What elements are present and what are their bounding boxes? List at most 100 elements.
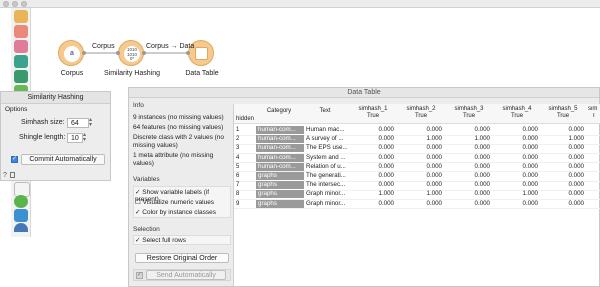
simhash-cell[interactable]: 0.000 bbox=[494, 135, 538, 143]
options-section-title: Options bbox=[5, 106, 28, 113]
grid-icon[interactable] bbox=[14, 209, 28, 222]
simhash-cell[interactable]: 0.000 bbox=[446, 154, 490, 162]
simhash-cell[interactable]: 0.000 bbox=[350, 144, 394, 152]
globe-icon[interactable] bbox=[14, 195, 28, 208]
simhash-cell[interactable]: 0.000 bbox=[446, 163, 490, 171]
col-simhash-1-header[interactable]: simhash_1 bbox=[350, 106, 396, 113]
simhash-cell[interactable]: 0.000 bbox=[494, 126, 538, 134]
text-cell[interactable]: The intersec... bbox=[304, 181, 348, 189]
col-simhash-3-header[interactable]: simhash_3 bbox=[446, 106, 492, 113]
spin-arrows-icon-2[interactable]: ▴ ▾ bbox=[83, 132, 86, 143]
category-cell[interactable]: graphs bbox=[256, 190, 304, 199]
simhash-cell[interactable]: 0.000 bbox=[350, 200, 394, 208]
col-simhash-5-header[interactable]: simhash_5 bbox=[540, 106, 586, 113]
data-table-control-area: Info 9 instances (no missing values) 64 … bbox=[129, 98, 232, 286]
simhash-cell[interactable]: 0.000 bbox=[446, 144, 490, 152]
commit-automatically-checkbox[interactable]: ✓ bbox=[11, 156, 18, 163]
simhash-cell[interactable]: 0.000 bbox=[398, 200, 442, 208]
simhash-cell[interactable]: 0.000 bbox=[540, 126, 584, 134]
spin-arrows-icon[interactable]: ▴ ▾ bbox=[89, 117, 92, 128]
simhash-cell[interactable]: 0.000 bbox=[350, 126, 394, 134]
category-cell[interactable]: human-com... bbox=[256, 153, 304, 162]
text-cell[interactable]: Graph minor... bbox=[304, 190, 348, 198]
commit-button[interactable]: Commit Automatically bbox=[21, 154, 105, 165]
info-section-title: Info bbox=[133, 102, 144, 109]
simhash-cell[interactable]: 0.000 bbox=[350, 172, 394, 180]
text-cell[interactable]: System and ... bbox=[304, 154, 348, 162]
simhash-cell[interactable]: 0.000 bbox=[540, 154, 584, 162]
restore-original-order-button[interactable]: Restore Original Order bbox=[135, 253, 229, 263]
text-cell[interactable]: Relation of u... bbox=[304, 163, 348, 171]
simhash-cell[interactable]: 1.000 bbox=[350, 190, 394, 198]
send-automatically-button[interactable]: Send Automatically bbox=[146, 270, 226, 280]
fan-icon[interactable] bbox=[14, 223, 28, 232]
category-cell[interactable]: human-com... bbox=[256, 126, 304, 134]
report-icon[interactable] bbox=[10, 172, 15, 178]
simhash-cell[interactable]: 0.000 bbox=[350, 181, 394, 189]
select-full-rows-checkbox[interactable]: ✓ Select full rows bbox=[135, 236, 186, 244]
simhash-cell[interactable]: 0.000 bbox=[398, 154, 442, 162]
simhash-cell[interactable]: 0.000 bbox=[540, 163, 584, 171]
simhash-cell[interactable]: 0.000 bbox=[350, 135, 394, 143]
shingle-length-spinbox[interactable]: 10 bbox=[67, 133, 83, 143]
visualize-numeric-checkbox[interactable]: ☐ Visualize numeric values bbox=[135, 198, 214, 206]
simhash-cell[interactable]: 0.000 bbox=[446, 126, 490, 134]
simhash-cell[interactable]: 0.000 bbox=[494, 172, 538, 180]
col-simhash-2-header[interactable]: simhash_2 bbox=[398, 106, 444, 113]
simhash-cell[interactable]: 0.000 bbox=[494, 163, 538, 171]
simhash-cell[interactable]: 0.000 bbox=[540, 144, 584, 152]
help-icon[interactable]: ? bbox=[3, 172, 7, 179]
category-cell[interactable]: graphs bbox=[256, 181, 304, 190]
info-meta: 1 meta attribute (no missing values) bbox=[133, 152, 214, 167]
simhash-cell[interactable]: 1.000 bbox=[540, 135, 584, 143]
simhash-cell[interactable]: 0.000 bbox=[446, 200, 490, 208]
simhash-cell[interactable]: 0.000 bbox=[540, 190, 584, 198]
data-table-grid[interactable]: hidden Category Text simhash_1 True simh… bbox=[233, 104, 600, 286]
category-cell[interactable]: human-com... bbox=[256, 162, 304, 171]
data-table-window: Data Table Info 9 instances (no missing … bbox=[128, 87, 600, 287]
simhash-cell[interactable]: 1.000 bbox=[446, 135, 490, 143]
row-number: 9 bbox=[236, 200, 240, 207]
text-cell[interactable]: Human mac... bbox=[304, 126, 348, 134]
category-cell[interactable]: human-com... bbox=[256, 144, 304, 153]
simhash-cell[interactable]: 0.000 bbox=[398, 172, 442, 180]
send-automatically-checkbox[interactable]: ✓ bbox=[136, 272, 143, 279]
col-text-header[interactable]: Text bbox=[304, 108, 346, 115]
simhash-cell[interactable]: 0.000 bbox=[540, 181, 584, 189]
simhash-cell[interactable]: 0.000 bbox=[446, 190, 490, 198]
category-cell[interactable]: human-com... bbox=[256, 135, 304, 144]
info-instances: 9 instances (no missing values) bbox=[133, 114, 224, 121]
simhash-cell[interactable]: 0.000 bbox=[446, 181, 490, 189]
simhash-cell[interactable]: 0.000 bbox=[398, 126, 442, 134]
col-simhash-4-header[interactable]: simhash_4 bbox=[494, 106, 540, 113]
simhash-cell[interactable]: 1.000 bbox=[398, 135, 442, 143]
simhash-cell[interactable]: 0.000 bbox=[398, 144, 442, 152]
simhash-cell[interactable]: 0.000 bbox=[540, 200, 584, 208]
simhash-cell[interactable]: 0.000 bbox=[494, 154, 538, 162]
simhash-cell[interactable]: 0.000 bbox=[494, 200, 538, 208]
simhash-cell[interactable]: 0.000 bbox=[398, 163, 442, 171]
simhash-cell[interactable]: 0.000 bbox=[494, 144, 538, 152]
simhash-cell[interactable]: 0.000 bbox=[540, 172, 584, 180]
text-cell[interactable]: A survey of ... bbox=[304, 135, 348, 143]
simhash-cell[interactable]: 1.000 bbox=[494, 190, 538, 198]
color-by-class-checkbox[interactable]: ✓ Color by instance classes bbox=[135, 208, 216, 216]
simhash-cell[interactable]: 0.000 bbox=[446, 172, 490, 180]
simhash-cell[interactable]: 0.000 bbox=[350, 163, 394, 171]
col-simhash-2-sub: True bbox=[414, 113, 428, 119]
text-cell[interactable]: Graph minor... bbox=[304, 200, 348, 208]
text-cell[interactable]: The EPS use... bbox=[304, 144, 348, 152]
category-cell[interactable]: graphs bbox=[256, 199, 304, 208]
col-simhash-6-sub: T bbox=[592, 113, 596, 119]
simhash-cell[interactable]: 0.000 bbox=[350, 154, 394, 162]
simhash-cell[interactable]: 0.000 bbox=[494, 181, 538, 189]
text-cell[interactable]: The generati... bbox=[304, 172, 348, 180]
simhash-size-spinbox[interactable]: 64 bbox=[67, 118, 89, 128]
shingle-length-label: Shingle length: bbox=[19, 134, 66, 141]
color-by-class-label: Color by instance classes bbox=[142, 209, 216, 216]
category-cell[interactable]: graphs bbox=[256, 172, 304, 180]
col-category-header[interactable]: Category bbox=[256, 108, 302, 115]
simhash-cell[interactable]: 0.000 bbox=[398, 181, 442, 189]
col-simhash-6-header[interactable]: sim bbox=[588, 106, 600, 113]
simhash-cell[interactable]: 1.000 bbox=[398, 190, 442, 198]
